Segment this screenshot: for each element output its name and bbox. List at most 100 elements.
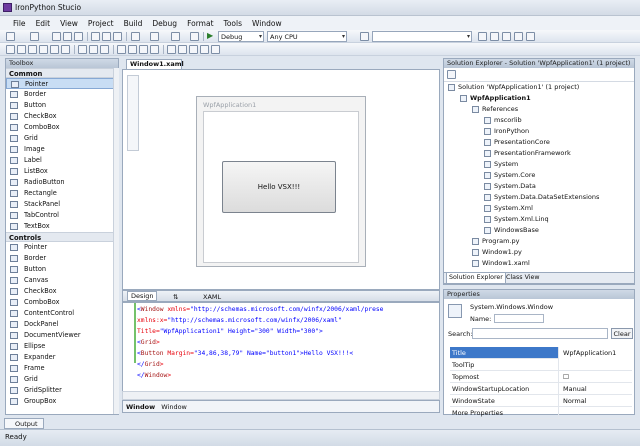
- property-value[interactable]: [558, 407, 632, 419]
- redo-icon[interactable]: [150, 32, 159, 41]
- properties-icon[interactable]: [447, 70, 456, 79]
- breadcrumb-window[interactable]: Window: [161, 403, 187, 411]
- name-input[interactable]: [494, 314, 544, 323]
- toolbox-item[interactable]: CheckBox: [6, 286, 118, 297]
- toolbox-item[interactable]: ListBox: [6, 166, 118, 177]
- solution-node[interactable]: Window1.xaml: [444, 258, 634, 269]
- menu-debug[interactable]: Debug: [147, 19, 182, 28]
- toolbox-item[interactable]: Border: [6, 89, 118, 100]
- swap-panes-icon[interactable]: ⇅: [173, 293, 178, 301]
- property-row[interactable]: More Properties: [450, 407, 632, 419]
- increase-spacing-icon[interactable]: [128, 45, 137, 54]
- solution-node[interactable]: Program.py: [444, 236, 634, 247]
- menu-edit[interactable]: Edit: [31, 19, 56, 28]
- same-size-icon[interactable]: [100, 45, 109, 54]
- hello-vsx-button[interactable]: Hello VSX!!!: [222, 161, 336, 213]
- center-vertically-icon[interactable]: [178, 45, 187, 54]
- toolbox-item[interactable]: Expander: [6, 352, 118, 363]
- toolbox-item[interactable]: GroupBox: [6, 396, 118, 407]
- horizontal-spacing-icon[interactable]: [117, 45, 126, 54]
- menu-format[interactable]: Format: [182, 19, 218, 28]
- toolbox-scrollbar[interactable]: [113, 68, 119, 414]
- undo-icon[interactable]: [131, 32, 140, 41]
- start-debug-icon[interactable]: ▶: [207, 31, 216, 40]
- toolbox-item[interactable]: StackPanel: [6, 199, 118, 210]
- toolbox-item[interactable]: Ellipse: [6, 341, 118, 352]
- solution-explorer-icon[interactable]: [490, 32, 499, 41]
- solution-node[interactable]: Window1.py: [444, 247, 634, 258]
- decrease-spacing-icon[interactable]: [139, 45, 148, 54]
- solution-node[interactable]: System.Data.DataSetExtensions: [444, 192, 634, 203]
- toolbox-item[interactable]: Button: [6, 100, 118, 111]
- properties-window-icon[interactable]: [502, 32, 511, 41]
- search-input[interactable]: [472, 328, 608, 339]
- xaml-horizontal-scrollbar[interactable]: [122, 391, 440, 400]
- center-horizontally-icon[interactable]: [167, 45, 176, 54]
- toolbox-item[interactable]: Rectangle: [6, 188, 118, 199]
- solution-node[interactable]: System.Xml.Linq: [444, 214, 634, 225]
- menu-project[interactable]: Project: [83, 19, 119, 28]
- platform-dropdown[interactable]: Any CPU ▾: [267, 31, 347, 42]
- toolbox-item[interactable]: Pointer: [6, 78, 118, 89]
- copy-icon[interactable]: [102, 32, 111, 41]
- toolbox-item[interactable]: Pointer: [6, 242, 118, 253]
- solution-node[interactable]: Solution 'WpfApplication1' (1 project): [444, 82, 634, 93]
- configuration-dropdown[interactable]: Debug ▾: [218, 31, 264, 42]
- toolbox-item[interactable]: Image: [6, 144, 118, 155]
- align-top-icon[interactable]: [39, 45, 48, 54]
- tab-solution-explorer[interactable]: Solution Explorer: [446, 273, 506, 284]
- bring-to-front-icon[interactable]: [189, 45, 198, 54]
- tab-output[interactable]: Output: [4, 418, 44, 429]
- solution-node[interactable]: WindowsBase: [444, 225, 634, 236]
- solution-node[interactable]: System.Xml: [444, 203, 634, 214]
- toolbox-item[interactable]: TextBox: [6, 221, 118, 232]
- navigate-back-icon[interactable]: [171, 32, 180, 41]
- toolbox-item[interactable]: Grid: [6, 374, 118, 385]
- toolbox-item[interactable]: ComboBox: [6, 297, 118, 308]
- solution-node[interactable]: WpfApplication1: [444, 93, 634, 104]
- property-value[interactable]: Normal: [558, 395, 632, 407]
- property-row[interactable]: ToolTip: [450, 359, 632, 371]
- toolbox-item[interactable]: ContentControl: [6, 308, 118, 319]
- property-row[interactable]: WindowStartupLocation Manual: [450, 383, 632, 395]
- menu-window[interactable]: Window: [247, 19, 287, 28]
- toolbox-item[interactable]: Button: [6, 264, 118, 275]
- find-icon[interactable]: [360, 32, 369, 41]
- align-bottom-icon[interactable]: [61, 45, 70, 54]
- menu-tools[interactable]: Tools: [219, 19, 247, 28]
- property-row[interactable]: Topmost ☐: [450, 371, 632, 383]
- toolbox-item[interactable]: TabControl: [6, 210, 118, 221]
- toolbox-item[interactable]: RadioButton: [6, 177, 118, 188]
- new-project-icon[interactable]: [6, 32, 15, 41]
- find-combo[interactable]: ▾: [372, 31, 472, 42]
- tab-order-icon[interactable]: [211, 45, 220, 54]
- solution-node[interactable]: System: [444, 159, 634, 170]
- solution-node[interactable]: System.Data: [444, 181, 634, 192]
- solution-node[interactable]: PresentationFramework: [444, 148, 634, 159]
- solution-node[interactable]: References: [444, 104, 634, 115]
- save-icon[interactable]: [63, 32, 72, 41]
- cut-icon[interactable]: [91, 32, 100, 41]
- zoom-slider[interactable]: [127, 75, 139, 151]
- save-all-icon[interactable]: [74, 32, 83, 41]
- open-icon[interactable]: [52, 32, 61, 41]
- toolbox-item[interactable]: Frame: [6, 363, 118, 374]
- add-item-icon[interactable]: [30, 32, 39, 41]
- solution-node[interactable]: PresentationCore: [444, 137, 634, 148]
- paste-icon[interactable]: [113, 32, 122, 41]
- toolbox-item[interactable]: Canvas: [6, 275, 118, 286]
- toolbox-group-common[interactable]: Common: [6, 68, 118, 78]
- same-height-icon[interactable]: [89, 45, 98, 54]
- property-row[interactable]: Title WpfApplication1: [450, 347, 632, 359]
- same-width-icon[interactable]: [78, 45, 87, 54]
- toolbox-icon[interactable]: [514, 32, 523, 41]
- toolbox-item[interactable]: ComboBox: [6, 122, 118, 133]
- align-middle-icon[interactable]: [50, 45, 59, 54]
- solution-node[interactable]: System.Core: [444, 170, 634, 181]
- solution-node[interactable]: mscorlib: [444, 115, 634, 126]
- property-row[interactable]: WindowState Normal: [450, 395, 632, 407]
- property-value[interactable]: ☐: [558, 371, 632, 383]
- property-value[interactable]: Manual: [558, 383, 632, 395]
- toolbox-item[interactable]: Border: [6, 253, 118, 264]
- tab-window1-xaml[interactable]: Window1.xaml: [126, 59, 184, 69]
